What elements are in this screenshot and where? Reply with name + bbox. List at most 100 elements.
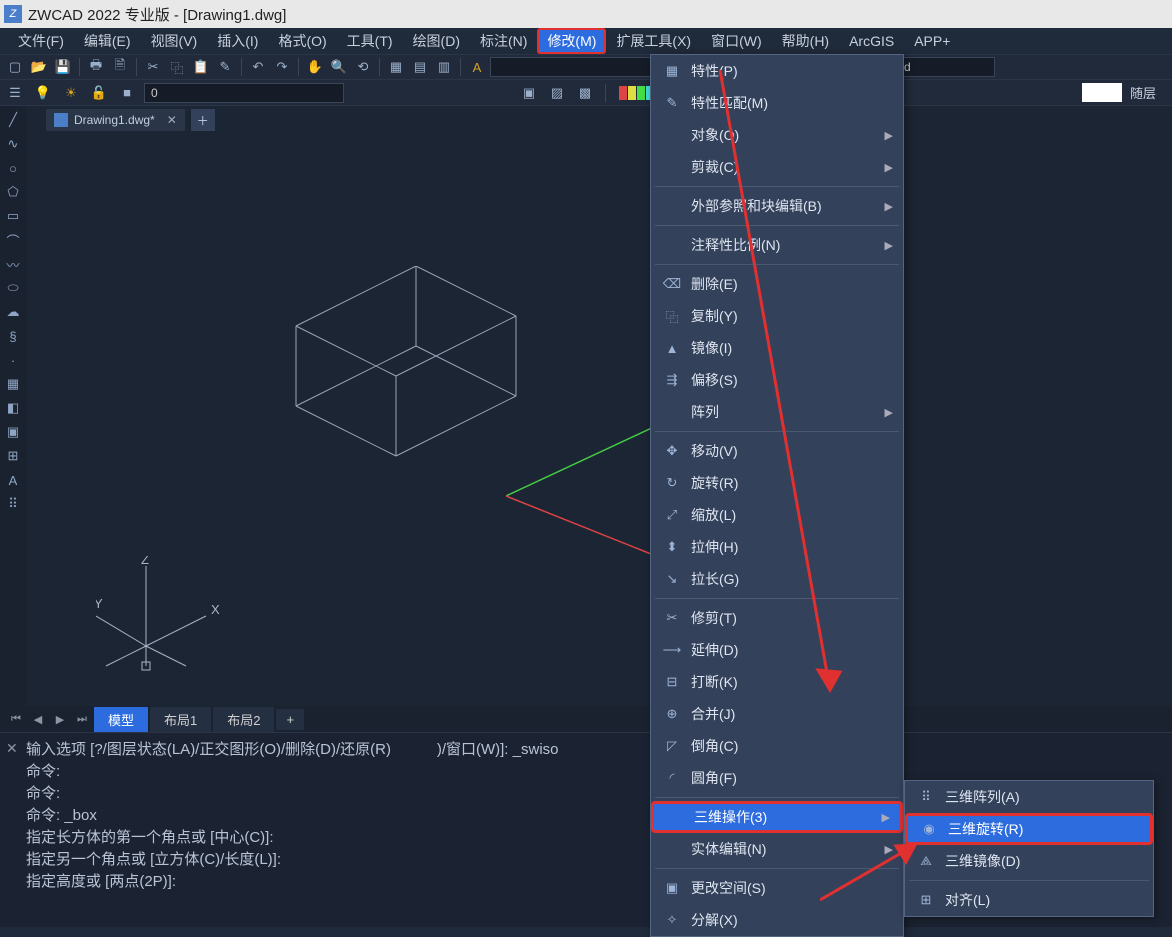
modify-menu-item[interactable]: ⊟打断(K) [651,666,903,698]
modify-menu-item[interactable]: ✧分解(X) [651,904,903,936]
region-icon[interactable]: ▣ [3,422,23,442]
menu-modify[interactable]: 修改(M) [537,28,606,54]
menu-appplus[interactable]: APP+ [904,30,960,52]
undo-icon[interactable]: ↶ [247,56,269,78]
tab-layout2[interactable]: 布局2 [213,707,274,732]
menu-format[interactable]: 格式(O) [268,28,336,54]
new-icon[interactable]: ▢ [4,56,26,78]
menu-ext[interactable]: 扩展工具(X) [606,28,701,54]
close-icon[interactable]: ✕ [167,113,177,127]
bulb-icon[interactable]: 💡 [32,82,54,104]
matchprop-icon[interactable]: ✎ [214,56,236,78]
modify-menu-item[interactable]: ▣更改空间(S) [651,872,903,904]
modify-menu-item[interactable]: ✂修剪(T) [651,602,903,634]
modify-menu-item[interactable]: 实体编辑(N)▶ [651,833,903,865]
modify-menu-item[interactable]: 外部参照和块编辑(B)▶ [651,190,903,222]
modify-menu-item[interactable]: ⊕合并(J) [651,698,903,730]
pan-icon[interactable]: ✋ [304,56,326,78]
modify-menu-item[interactable]: ✥移动(V) [651,435,903,467]
modify-menu-item[interactable]: 剪裁(C)▶ [651,151,903,183]
lock-icon[interactable]: 🔓 [88,82,110,104]
cmd-close-icon[interactable]: ✕ [6,737,18,759]
save-icon[interactable]: 💾 [52,56,74,78]
tab-first-icon[interactable]: ⏮ [6,710,26,728]
redo-icon[interactable]: ↷ [271,56,293,78]
block3-icon[interactable]: ▩ [574,82,596,104]
textstyle-icon[interactable]: A [466,56,488,78]
menu-tools[interactable]: 工具(T) [337,28,403,54]
menu-insert[interactable]: 插入(I) [207,28,268,54]
layermgr-icon[interactable]: ☰ [4,82,26,104]
modify-menu-item[interactable]: 阵列▶ [651,396,903,428]
modify-menu-item[interactable]: ⿻复制(Y) [651,300,903,332]
cut-icon[interactable]: ✂ [142,56,164,78]
modify-menu-item[interactable]: ⇶偏移(S) [651,364,903,396]
menu-arcgis[interactable]: ArcGIS [839,30,904,52]
design-center-icon[interactable]: ▤ [409,56,431,78]
more-icon[interactable]: ⠿ [3,494,23,514]
layercolor-icon[interactable]: ■ [116,82,138,104]
arc-icon[interactable]: ⌒ [3,230,23,250]
modify-menu-item[interactable]: ✎特性匹配(M) [651,87,903,119]
gradient-icon[interactable]: ◧ [3,398,23,418]
point-icon[interactable]: · [3,350,23,370]
modify-menu-item[interactable]: 对象(O)▶ [651,119,903,151]
modify-menu-item[interactable]: ⤢缩放(L) [651,499,903,531]
mtext-icon[interactable]: A [3,470,23,490]
3dops-submenu-item[interactable]: ⠿三维阵列(A) [905,781,1153,813]
polygon-icon[interactable]: ⬠ [3,182,23,202]
preview-icon[interactable]: 🗎 [109,56,131,78]
layer-combo[interactable]: 0 [144,83,344,103]
zoomprev-icon[interactable]: ⟲ [352,56,374,78]
modify-menu-item[interactable]: ⬍拉伸(H) [651,531,903,563]
tab-last-icon[interactable]: ⏭ [72,710,92,728]
menu-window[interactable]: 窗口(W) [701,28,772,54]
menu-file[interactable]: 文件(F) [8,28,74,54]
3dops-submenu-item[interactable]: ⟁三维镜像(D) [905,845,1153,877]
block-icon[interactable]: ▣ [518,82,540,104]
zoom-icon[interactable]: 🔍 [328,56,350,78]
copy-icon[interactable]: ⿻ [166,56,188,78]
modify-menu-item[interactable]: ▦特性(P) [651,55,903,87]
3dops-submenu-item[interactable]: ⊞对齐(L) [905,884,1153,916]
plot-icon[interactable]: 🖶 [85,56,107,78]
tab-layout1[interactable]: 布局1 [150,707,211,732]
modify-menu-item[interactable]: ⌫删除(E) [651,268,903,300]
modify-menu-item[interactable]: ⟶延伸(D) [651,634,903,666]
sun-icon[interactable]: ☀ [60,82,82,104]
paste-icon[interactable]: 📋 [190,56,212,78]
modify-menu-item[interactable]: ↻旋转(R) [651,467,903,499]
tool-palette-icon[interactable]: ▥ [433,56,455,78]
tab-model[interactable]: 模型 [94,707,148,732]
menu-view[interactable]: 视图(V) [141,28,208,54]
block2-icon[interactable]: ▨ [546,82,568,104]
menu-edit[interactable]: 编辑(E) [74,28,141,54]
modify-menu-item[interactable]: 注释性比例(N)▶ [651,229,903,261]
doc-tab[interactable]: Drawing1.dwg* ✕ [46,109,185,131]
bylayer-lineweight[interactable]: 随层 [1082,83,1168,102]
line-icon[interactable]: ╱ [3,110,23,130]
tab-prev-icon[interactable]: ◀ [28,710,48,728]
tab-add[interactable]: + [276,709,304,730]
spline-icon[interactable]: 〰 [3,254,23,274]
modify-menu-item[interactable]: 三维操作(3)▶ [651,801,903,833]
menu-help[interactable]: 帮助(H) [772,28,839,54]
pline-icon[interactable]: ∿ [3,134,23,154]
rect-icon[interactable]: ▭ [3,206,23,226]
tab-next-icon[interactable]: ▶ [50,710,70,728]
modify-menu-item[interactable]: ◜圆角(F) [651,762,903,794]
modify-menu-item[interactable]: ▲镜像(I) [651,332,903,364]
3dops-submenu-item[interactable]: ◉三维旋转(R) [905,813,1153,845]
new-tab-button[interactable]: ＋ [191,109,215,131]
open-icon[interactable]: 📂 [28,56,50,78]
table-icon[interactable]: ⊞ [3,446,23,466]
modify-menu-item[interactable]: ↘拉长(G) [651,563,903,595]
revcloud-icon[interactable]: § [3,326,23,346]
menu-dim[interactable]: 标注(N) [470,28,537,54]
props-icon[interactable]: ▦ [385,56,407,78]
ellipse-icon[interactable]: ⬭ [3,278,23,298]
drawing-canvas[interactable]: Drawing1.dwg* ✕ ＋ Z X Y [26,106,1172,706]
menu-draw[interactable]: 绘图(D) [403,28,470,54]
modify-menu-item[interactable]: ◸倒角(C) [651,730,903,762]
circle-icon[interactable]: ○ [3,158,23,178]
